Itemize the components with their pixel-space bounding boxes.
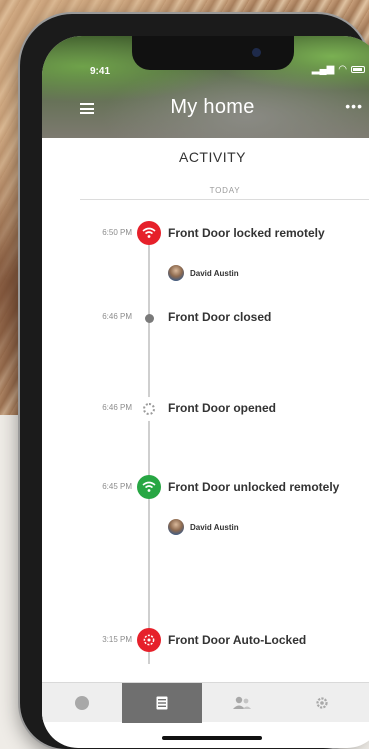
- battery-icon: [351, 66, 365, 73]
- phone-screen: 9:41 ▂▄▆ ◠ My home ••• ACTIVITY TODAY 6:…: [42, 36, 369, 748]
- home-dot-icon: [75, 696, 89, 710]
- event-time: 6:46 PM: [102, 403, 132, 412]
- wifi-status-icon: ◠: [338, 64, 347, 75]
- signal-icon: ▂▄▆: [311, 64, 335, 75]
- today-label: TODAY: [209, 186, 241, 195]
- auto-lock-icon: [137, 628, 161, 652]
- avatar: [168, 519, 184, 535]
- tab-settings[interactable]: [282, 683, 362, 723]
- avatar: [168, 265, 184, 281]
- more-icon[interactable]: •••: [345, 98, 363, 114]
- user-name: David Austin: [190, 268, 239, 278]
- spinner-icon: [137, 397, 161, 421]
- tab-activity[interactable]: [122, 683, 202, 723]
- user-name: David Austin: [190, 522, 239, 532]
- event-text: Front Door closed: [168, 310, 272, 324]
- wifi-icon: [137, 221, 161, 245]
- page-title: My home: [170, 96, 255, 118]
- event-user: David Austin: [168, 265, 239, 281]
- wifi-icon: [137, 475, 161, 499]
- activity-title: ACTIVITY: [178, 149, 246, 165]
- event-text: Front Door locked remotely: [168, 226, 325, 240]
- event-time: 6:50 PM: [102, 228, 132, 237]
- status-icons: ▂▄▆ ◠: [312, 64, 365, 75]
- phone-frame: 9:41 ▂▄▆ ◠ My home ••• ACTIVITY TODAY 6:…: [20, 14, 369, 749]
- status-time: 9:41: [90, 66, 111, 77]
- event-time: 6:45 PM: [102, 482, 132, 491]
- tab-users[interactable]: [202, 683, 282, 723]
- event-time: 6:46 PM: [102, 312, 132, 321]
- tab-home[interactable]: [42, 683, 122, 723]
- today-divider: TODAY: [80, 186, 369, 200]
- event-user: David Austin: [168, 519, 239, 535]
- event-text: Front Door unlocked remotely: [168, 480, 340, 494]
- tab-bar: [42, 682, 369, 723]
- notch: [132, 36, 294, 70]
- event-text: Front Door opened: [168, 401, 276, 415]
- home-indicator[interactable]: [162, 736, 262, 740]
- event-text: Front Door Auto-Locked: [168, 633, 307, 647]
- camera-icon: [252, 48, 261, 57]
- list-icon: [156, 696, 168, 710]
- gear-icon: [316, 697, 328, 709]
- users-icon: [233, 696, 251, 709]
- event-time: 3:15 PM: [102, 635, 132, 644]
- dot-icon: [137, 306, 161, 330]
